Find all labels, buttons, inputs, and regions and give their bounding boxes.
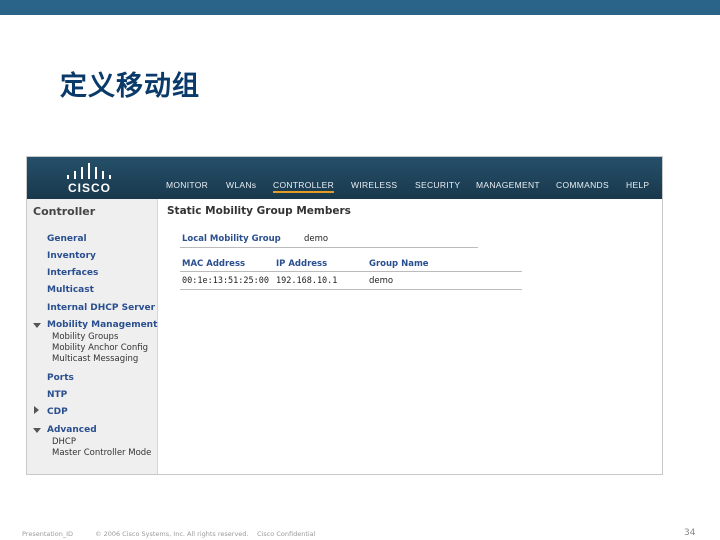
sidebar-subitem-mobility-groups[interactable]: Mobility Groups xyxy=(52,332,118,342)
slide-title: 定义移动组 xyxy=(60,71,200,102)
nav-monitor[interactable]: MONITOR xyxy=(166,180,208,190)
local-mobility-group-value: demo xyxy=(304,234,329,244)
app-window: CISCO MONITOR WLANs CONTROLLER WIRELESS … xyxy=(26,156,663,475)
sidebar-item-ports[interactable]: Ports xyxy=(47,373,74,383)
nav-wireless[interactable]: WIRELESS xyxy=(351,180,397,190)
footer-copyright: © 2006 Cisco Systems, Inc. All rights re… xyxy=(95,530,249,538)
sidebar-subitem-multicast-messaging[interactable]: Multicast Messaging xyxy=(52,354,138,364)
sidebar-title: Controller xyxy=(33,205,96,218)
cisco-logo-bars-icon xyxy=(65,163,119,179)
app-header: CISCO MONITOR WLANs CONTROLLER WIRELESS … xyxy=(27,157,662,199)
logo-text: CISCO xyxy=(68,181,112,195)
sidebar-item-ntp[interactable]: NTP xyxy=(47,390,67,400)
expand-down-icon[interactable] xyxy=(33,323,41,328)
page-title: Static Mobility Group Members xyxy=(167,205,351,217)
table-cell-group: demo xyxy=(369,276,394,286)
sidebar-subitem-mobility-anchor-config[interactable]: Mobility Anchor Config xyxy=(52,343,148,353)
sidebar-item-general[interactable]: General xyxy=(47,234,87,244)
column-header-ip-address: IP Address xyxy=(276,259,328,269)
local-mobility-group-label: Local Mobility Group xyxy=(182,234,281,244)
nav-wlans[interactable]: WLANs xyxy=(226,180,256,190)
divider xyxy=(180,247,478,248)
slide-top-bar xyxy=(0,0,720,15)
sidebar-item-inventory[interactable]: Inventory xyxy=(47,251,96,261)
sidebar-item-mobility-management[interactable]: Mobility Management xyxy=(47,320,157,330)
nav-security[interactable]: SECURITY xyxy=(415,180,460,190)
nav-commands[interactable]: COMMANDS xyxy=(556,180,609,190)
footer-confidential: Cisco Confidential xyxy=(257,530,316,538)
sidebar-item-cdp[interactable]: CDP xyxy=(47,407,68,417)
cisco-logo: CISCO xyxy=(65,163,119,195)
sidebar-item-advanced[interactable]: Advanced xyxy=(47,425,97,435)
table-row-divider xyxy=(180,289,522,290)
sidebar: Controller General Inventory Interfaces … xyxy=(27,199,158,474)
column-header-group-name: Group Name xyxy=(369,259,429,269)
nav-management[interactable]: MANAGEMENT xyxy=(476,180,540,190)
page-number: 34 xyxy=(684,528,696,538)
sidebar-subitem-dhcp[interactable]: DHCP xyxy=(52,437,76,447)
expand-right-icon[interactable] xyxy=(34,406,39,414)
sidebar-item-interfaces[interactable]: Interfaces xyxy=(47,268,98,278)
table-cell-ip: 192.168.10.1 xyxy=(276,276,338,286)
nav-controller[interactable]: CONTROLLER xyxy=(273,180,335,193)
expand-down-icon[interactable] xyxy=(33,428,41,433)
main-content: Static Mobility Group Members Local Mobi… xyxy=(158,199,662,474)
table-header-divider xyxy=(180,271,522,272)
footer-presentation-id: Presentation_ID xyxy=(22,530,73,538)
sidebar-item-multicast[interactable]: Multicast xyxy=(47,285,94,295)
sidebar-subitem-master-controller-mode[interactable]: Master Controller Mode xyxy=(52,448,151,458)
table-cell-mac: 00:1e:13:51:25:00 xyxy=(182,276,269,286)
nav-help[interactable]: HELP xyxy=(626,180,649,190)
column-header-mac-address: MAC Address xyxy=(182,259,246,269)
sidebar-item-internal-dhcp-server[interactable]: Internal DHCP Server xyxy=(47,303,155,313)
